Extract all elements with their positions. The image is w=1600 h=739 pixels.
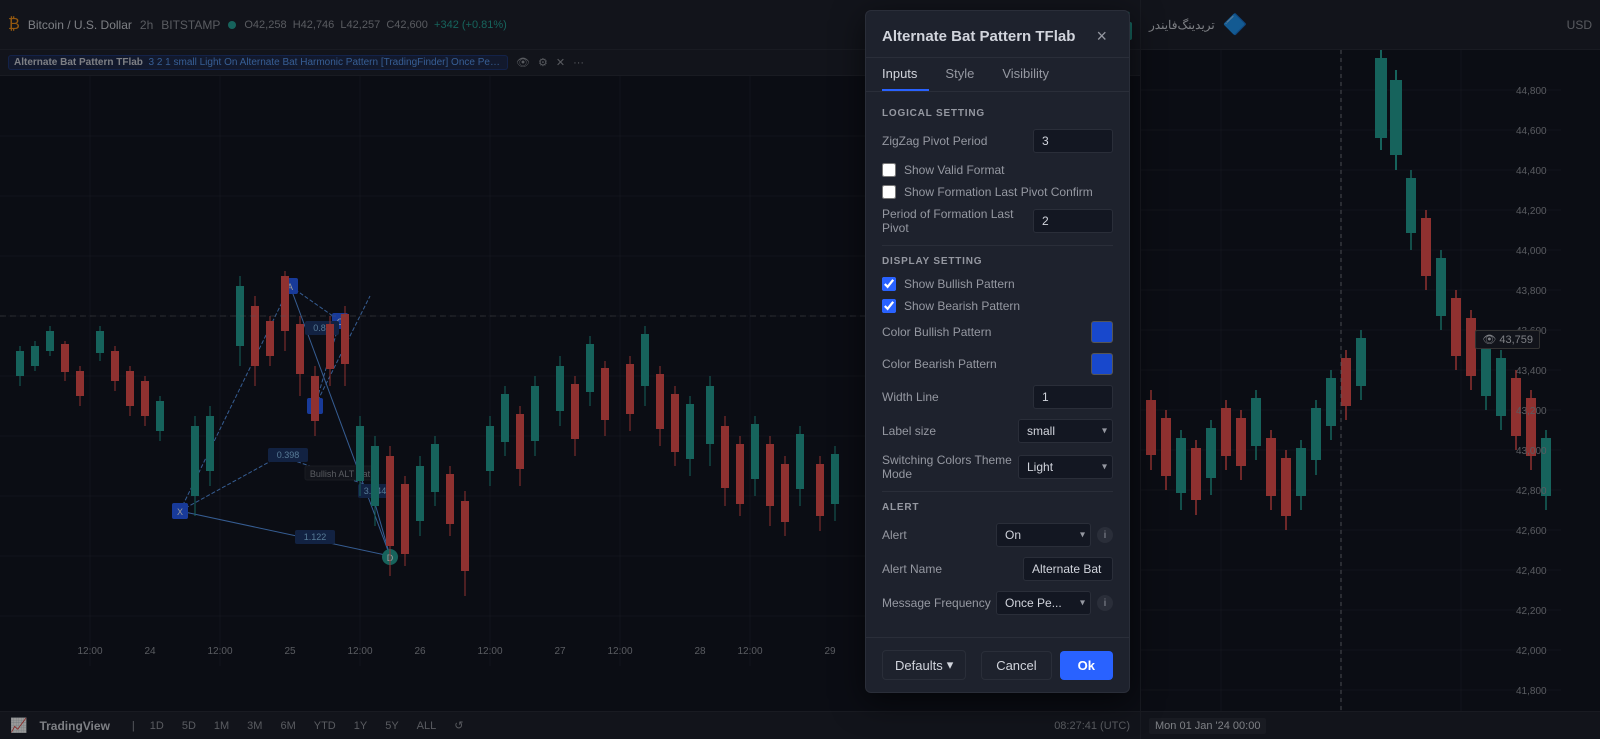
show-bullish-checkbox[interactable] (882, 277, 896, 291)
switching-select[interactable]: Light Dark Auto (1018, 455, 1113, 479)
alert-select-wrapper: On Off (996, 523, 1091, 547)
alert-info-icon[interactable]: i (1097, 527, 1113, 543)
section-divider-1 (882, 245, 1113, 246)
modal-body: LOGICAL SETTING ZigZag Pivot Period Show… (866, 92, 1129, 637)
alert-controls: On Off i (996, 523, 1113, 547)
defaults-button[interactable]: Defaults ▾ (882, 650, 966, 680)
modal-dialog: Alternate Bat Pattern TFlab × Inputs Sty… (865, 10, 1130, 693)
tab-visibility[interactable]: Visibility (1002, 58, 1061, 91)
modal-overlay[interactable]: Alternate Bat Pattern TFlab × Inputs Sty… (0, 0, 1600, 739)
switching-wrapper: Light Dark Auto (1018, 455, 1113, 479)
show-valid-format-label: Show Valid Format (904, 163, 1004, 177)
width-line-row: Width Line (882, 385, 1113, 409)
alert-select[interactable]: On Off (996, 523, 1091, 547)
color-bearish-row: Color Bearish Pattern (882, 353, 1113, 375)
alert-row: Alert On Off i (882, 523, 1113, 547)
color-bearish-swatch[interactable] (1091, 353, 1113, 375)
alert-name-row: Alert Name (882, 557, 1113, 581)
show-valid-format-row: Show Valid Format (882, 163, 1113, 177)
message-freq-wrapper: Once Pe... Per Bar Once (996, 591, 1091, 615)
color-bearish-label: Color Bearish Pattern (882, 357, 1091, 371)
modal-tabs: Inputs Style Visibility (866, 58, 1129, 92)
label-size-row: Label size small normal large tiny (882, 419, 1113, 443)
logical-section-label: LOGICAL SETTING (882, 108, 1113, 119)
message-freq-label: Message Frequency (882, 596, 996, 610)
switching-row: Switching Colors Theme Mode Light Dark A… (882, 453, 1113, 481)
modal-footer: Defaults ▾ Cancel Ok (866, 637, 1129, 692)
show-formation-checkbox[interactable] (882, 185, 896, 199)
show-bearish-row: Show Bearish Pattern (882, 299, 1113, 313)
section-divider-2 (882, 491, 1113, 492)
label-size-label: Label size (882, 424, 1018, 438)
period-label: Period of Formation Last Pivot (882, 207, 1033, 235)
modal-title: Alternate Bat Pattern TFlab (882, 28, 1075, 45)
message-freq-select[interactable]: Once Pe... Per Bar Once (996, 591, 1091, 615)
period-row: Period of Formation Last Pivot (882, 207, 1113, 235)
show-formation-label: Show Formation Last Pivot Confirm (904, 185, 1093, 199)
ok-button[interactable]: Ok (1060, 651, 1113, 680)
period-input[interactable] (1033, 209, 1113, 233)
defaults-chevron-icon: ▾ (947, 657, 954, 673)
tab-inputs[interactable]: Inputs (882, 58, 929, 91)
modal-header: Alternate Bat Pattern TFlab × (866, 11, 1129, 58)
switching-label: Switching Colors Theme Mode (882, 453, 1018, 481)
width-line-input[interactable] (1033, 385, 1113, 409)
alert-label: Alert (882, 528, 996, 542)
show-formation-row: Show Formation Last Pivot Confirm (882, 185, 1113, 199)
zigzag-row: ZigZag Pivot Period (882, 129, 1113, 153)
show-bearish-checkbox[interactable] (882, 299, 896, 313)
alert-name-label: Alert Name (882, 562, 1023, 576)
width-line-label: Width Line (882, 390, 1033, 404)
message-freq-info-icon[interactable]: i (1097, 595, 1113, 611)
show-bearish-label: Show Bearish Pattern (904, 299, 1020, 313)
label-size-wrapper: small normal large tiny (1018, 419, 1113, 443)
show-bullish-row: Show Bullish Pattern (882, 277, 1113, 291)
cancel-button[interactable]: Cancel (981, 651, 1051, 680)
color-bullish-row: Color Bullish Pattern (882, 321, 1113, 343)
message-freq-controls: Once Pe... Per Bar Once i (996, 591, 1113, 615)
color-bullish-swatch[interactable] (1091, 321, 1113, 343)
modal-close-button[interactable]: × (1090, 25, 1113, 47)
display-section-label: DISPLAY SETTING (882, 256, 1113, 267)
zigzag-label: ZigZag Pivot Period (882, 134, 1033, 148)
message-freq-row: Message Frequency Once Pe... Per Bar Onc… (882, 591, 1113, 615)
color-bullish-label: Color Bullish Pattern (882, 325, 1091, 339)
tab-style[interactable]: Style (945, 58, 986, 91)
show-valid-format-checkbox[interactable] (882, 163, 896, 177)
label-size-select[interactable]: small normal large tiny (1018, 419, 1113, 443)
alert-name-input[interactable] (1023, 557, 1113, 581)
show-bullish-label: Show Bullish Pattern (904, 277, 1015, 291)
alert-section-label: ALERT (882, 502, 1113, 513)
footer-action-buttons: Cancel Ok (981, 651, 1113, 680)
zigzag-input[interactable] (1033, 129, 1113, 153)
